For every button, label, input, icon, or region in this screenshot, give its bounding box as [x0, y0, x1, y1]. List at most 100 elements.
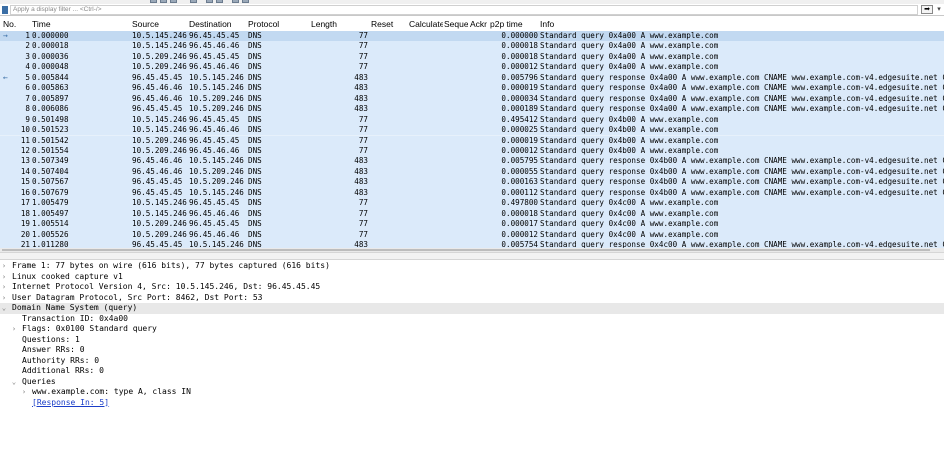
packet-row[interactable]: ← 5 0.005844 96.45.45.45 10.5.145.246 DNS 483 0… [0, 72, 944, 84]
chevron-down-icon[interactable]: ⌄ [10, 377, 18, 388]
packet-cell-no: 9 [25, 114, 30, 124]
chevron-right-icon[interactable]: › [10, 324, 18, 335]
toolbar-button-icon[interactable] [190, 0, 197, 3]
packet-cell-dst: 96.45.45.45 [189, 219, 240, 229]
packet-row[interactable]: 4 0.000048 10.5.209.246 96.45.46.46 DNS 77 0.0… [0, 62, 944, 73]
column-header-p2p-time[interactable]: p2p time [490, 19, 538, 29]
packet-cell-p2p: 0.000018 [501, 208, 538, 218]
column-header-protocol[interactable]: Protocol [248, 19, 308, 29]
packet-cell-src: 96.45.46.46 [132, 166, 183, 176]
chevron-right-icon[interactable]: › [20, 387, 28, 398]
packet-cell-p2p: 0.000012 [501, 145, 538, 155]
packet-cell-dst: 10.5.145.246 [189, 83, 244, 93]
packet-row[interactable]: 17 1.005479 10.5.145.246 96.45.45.45 DNS 77 0.… [0, 198, 944, 209]
detail-tree-item[interactable]: › Internet Protocol Version 4, Src: 10.5.… [0, 282, 944, 293]
toolbar-button-icon[interactable] [242, 0, 249, 3]
detail-tree-label: Linux cooked capture v1 [12, 271, 123, 281]
packet-row[interactable]: 2 0.000018 10.5.145.246 96.45.46.46 DNS 77 0.0… [0, 41, 944, 52]
chevron-right-icon[interactable]: › [0, 293, 8, 304]
packet-cell-no: 16 [20, 187, 30, 197]
packet-cell-no: 12 [20, 145, 30, 155]
scrollbar-thumb[interactable] [2, 249, 930, 251]
chevron-down-icon[interactable]: ⌄ [0, 303, 8, 314]
chevron-right-icon[interactable]: › [0, 261, 8, 272]
detail-tree-item[interactable]: ⌄ Domain Name System (query) [0, 303, 944, 314]
packet-cell-src: 10.5.209.246 [132, 135, 187, 145]
packet-cell-dst: 10.5.209.246 [189, 177, 244, 187]
detail-tree-item[interactable]: Answer RRs: 0 [0, 345, 944, 356]
packet-cell-info: Standard query response 0x4c00 A www.exa… [540, 240, 944, 248]
packet-row[interactable]: 21 1.011280 96.45.45.45 10.5.145.246 DNS 483 0… [0, 240, 944, 248]
packet-cell-len: 483 [354, 187, 368, 197]
packet-cell-len: 77 [358, 198, 368, 208]
detail-tree-item[interactable]: Authority RRs: 0 [0, 356, 944, 367]
toolbar-button-icon[interactable] [170, 0, 177, 3]
packet-row[interactable]: 7 0.005897 96.45.46.46 10.5.209.246 DNS 483 0.… [0, 93, 944, 105]
packet-cell-src: 10.5.209.246 [132, 62, 187, 72]
display-filter-input[interactable]: Apply a display filter ... <Ctrl-/> [10, 5, 918, 15]
packet-row[interactable]: 13 0.507349 96.45.46.46 10.5.145.246 DNS 483 0… [0, 156, 944, 167]
chevron-right-icon[interactable]: › [0, 272, 8, 283]
packet-cell-time: 0.000036 [32, 51, 69, 61]
detail-tree-item[interactable]: › Linux cooked capture v1 [0, 272, 944, 283]
packet-cell-no: 4 [25, 62, 30, 72]
packet-cell-dst: 96.45.46.46 [189, 208, 240, 218]
column-header-seque[interactable]: Seque [444, 19, 468, 29]
detail-tree-item[interactable]: Questions: 1 [0, 335, 944, 346]
detail-tree-item[interactable]: Additional RRs: 0 [0, 366, 944, 377]
detail-tree-item[interactable]: › User Datagram Protocol, Src Port: 8462,… [0, 293, 944, 304]
packet-row[interactable]: 11 0.501542 10.5.209.246 96.45.45.45 DNS 77 0.… [0, 135, 944, 146]
column-header-destination[interactable]: Destination [189, 19, 247, 29]
toolbar-button-icon[interactable] [216, 0, 223, 3]
packet-row[interactable]: 3 0.000036 10.5.209.246 96.45.45.45 DNS 77 0.0… [0, 51, 944, 63]
packet-cell-time: 0.507567 [32, 177, 69, 187]
toolbar-button-icon[interactable] [206, 0, 213, 3]
chevron-right-icon[interactable]: › [0, 282, 8, 293]
packet-row[interactable]: → 1 0.000000 10.5.145.246 96.45.45.45 DNS 77 0.… [0, 31, 944, 42]
packet-row[interactable]: 20 1.005526 10.5.209.246 96.45.46.46 DNS 77 0.… [0, 229, 944, 240]
packet-cell-proto: DNS [248, 62, 262, 72]
arrow-right-icon[interactable]: ➡ [921, 5, 933, 14]
pane-splitter[interactable] [0, 252, 944, 260]
packet-cell-time: 0.005844 [32, 72, 69, 82]
packet-cell-dst: 10.5.145.246 [189, 240, 244, 248]
column-header-ackr[interactable]: Ackr [470, 19, 488, 29]
packet-row[interactable]: 10 0.501523 10.5.145.246 96.45.46.46 DNS 77 0.… [0, 125, 944, 136]
detail-tree-item[interactable]: › Flags: 0x0100 Standard query [0, 324, 944, 335]
packet-row[interactable]: 19 1.005514 10.5.209.246 96.45.45.45 DNS 77 0.… [0, 219, 944, 230]
column-header-length[interactable]: Length [311, 19, 367, 29]
detail-tree-item[interactable]: Transaction ID: 0x4a00 [0, 314, 944, 325]
toolbar-button-icon[interactable] [150, 0, 157, 3]
packet-row[interactable]: 6 0.005863 96.45.46.46 10.5.145.246 DNS 483 0.… [0, 83, 944, 94]
packet-row[interactable]: 12 0.501554 10.5.209.246 96.45.46.46 DNS 77 0.… [0, 145, 944, 157]
packet-row[interactable]: 16 0.507679 96.45.45.45 10.5.145.246 DNS 483 0… [0, 187, 944, 199]
packet-row[interactable]: 15 0.507567 96.45.45.45 10.5.209.246 DNS 483 0… [0, 177, 944, 188]
column-header-reset[interactable]: Reset [371, 19, 407, 29]
column-header-time[interactable]: Time [32, 19, 130, 29]
packet-cell-time: 0.006086 [32, 104, 69, 114]
detail-tree-item[interactable]: › Frame 1: 77 bytes on wire (616 bits), 7… [0, 261, 944, 272]
response-in-link[interactable]: [Response In: 5] [32, 398, 109, 409]
packet-cell-p2p: 0.005796 [501, 72, 538, 82]
toolbar-button-icon[interactable] [232, 0, 239, 3]
column-header-source[interactable]: Source [132, 19, 188, 29]
packet-cell-dst: 10.5.209.246 [189, 104, 244, 114]
packet-cell-info: Standard query 0x4a00 A www.example.com [540, 62, 719, 72]
detail-tree-item[interactable]: ⌄ Queries [0, 377, 944, 388]
detail-tree-label: Frame 1: 77 bytes on wire (616 bits), 77… [12, 261, 330, 270]
detail-tree-item[interactable]: › www.example.com: type A, class IN [0, 387, 944, 398]
packet-row[interactable]: 18 1.005497 10.5.145.246 96.45.46.46 DNS 77 0.… [0, 208, 944, 220]
packet-row[interactable]: 14 0.507404 96.45.46.46 10.5.209.246 DNS 483 0… [0, 166, 944, 178]
column-header-info[interactable]: Info [540, 19, 940, 29]
bookmark-icon[interactable] [2, 6, 8, 14]
column-header-calculate[interactable]: Calculate [409, 19, 443, 29]
packet-row[interactable]: 9 0.501498 10.5.145.246 96.45.45.45 DNS 77 0.4… [0, 114, 944, 126]
packet-row[interactable]: 8 0.006086 96.45.45.45 10.5.209.246 DNS 483 0.… [0, 104, 944, 115]
detail-tree-item[interactable]: [Response In: 5] [0, 398, 944, 409]
column-header-no[interactable]: No. [3, 19, 31, 29]
packet-cell-p2p: 0.000019 [501, 135, 538, 145]
packet-cell-dst: 10.5.145.246 [189, 156, 244, 166]
toolbar-button-icon[interactable] [160, 0, 167, 3]
chevron-down-icon[interactable]: ▾ [935, 5, 943, 14]
packet-cell-info: Standard query 0x4a00 A www.example.com [540, 51, 719, 61]
